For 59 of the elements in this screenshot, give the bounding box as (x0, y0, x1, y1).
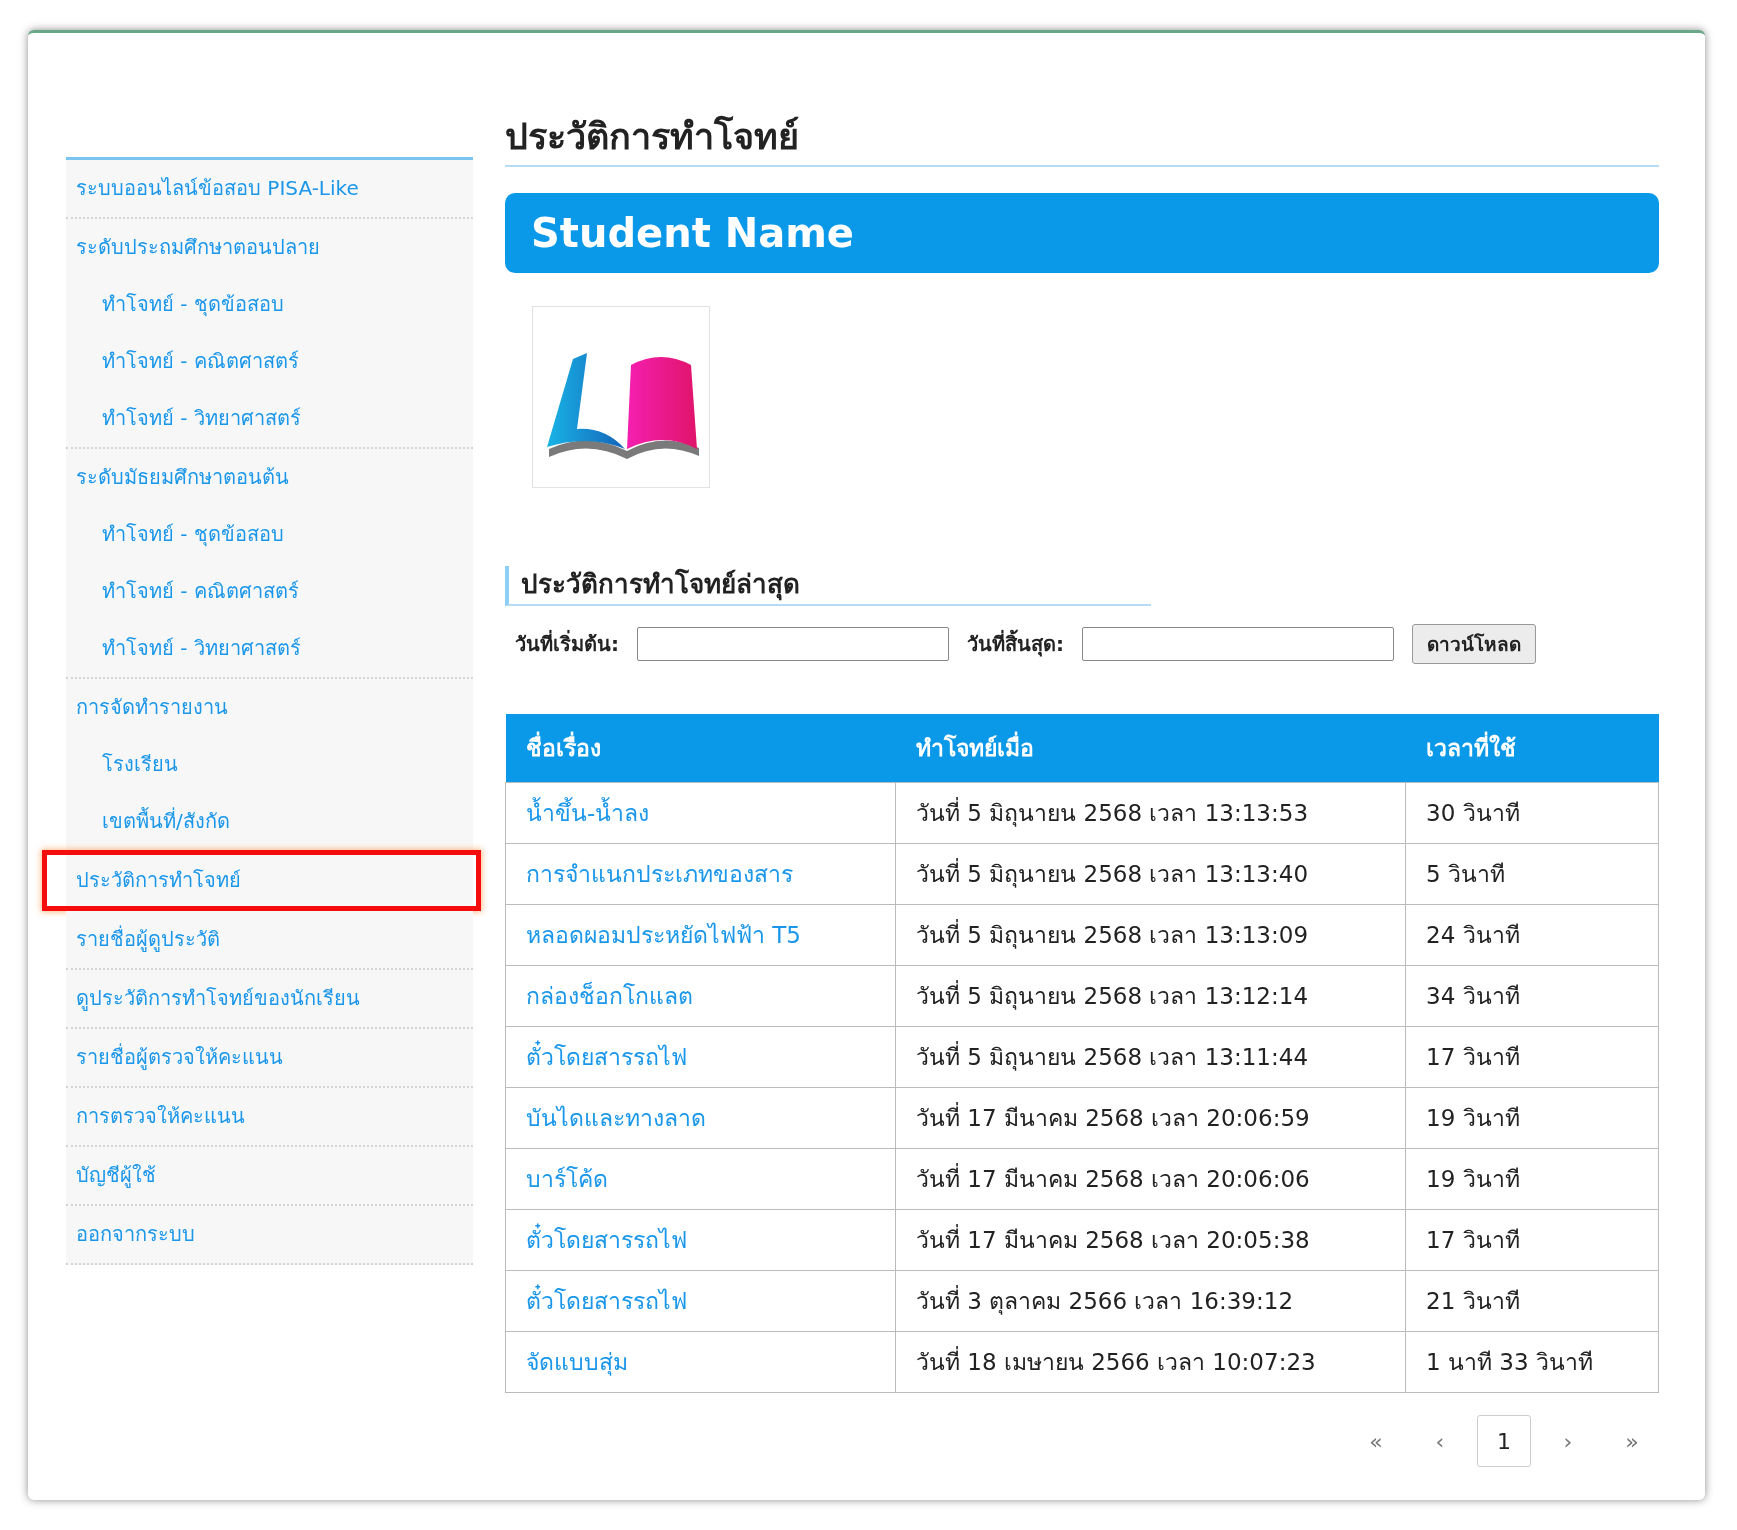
sidebar-subitem[interactable]: ทำโจทย์ - ชุดข้อสอบ (66, 506, 473, 563)
page-button[interactable]: ‹ (1413, 1415, 1467, 1467)
title-link[interactable]: จัดแบบสุ่ม (526, 1349, 628, 1375)
sidebar-subitem[interactable]: โรงเรียน (66, 736, 473, 793)
table-cell: วันที่ 3 ตุลาคม 2566 เวลา 16:39:12 (895, 1270, 1406, 1332)
table-cell: 24 วินาที (1405, 904, 1659, 966)
sidebar-item[interactable]: ออกจากระบบ (66, 1206, 473, 1263)
sidebar-item[interactable]: ประวัติการทำโจทย์ (44, 852, 479, 909)
table-cell: วันที่ 5 มิถุนายน 2568 เวลา 13:12:14 (895, 965, 1406, 1027)
sidebar-subitem[interactable]: ทำโจทย์ - คณิตศาสตร์ (66, 333, 473, 390)
sidebar-subitem[interactable]: เขตพื้นที่/สังกัด (66, 793, 473, 850)
table-cell: 21 วินาที (1405, 1270, 1659, 1332)
table-cell: 34 วินาที (1405, 965, 1659, 1027)
table-cell: 1 นาที 33 วินาที (1405, 1331, 1659, 1393)
sidebar-item[interactable]: รายชื่อผู้ตรวจให้คะแนน (66, 1029, 473, 1086)
table-cell: วันที่ 5 มิถุนายน 2568 เวลา 13:13:53 (895, 782, 1406, 844)
table-cell: 5 วินาที (1405, 843, 1659, 905)
sidebar-item[interactable]: ระบบออนไลน์ข้อสอบ PISA-Like (66, 160, 473, 217)
title-link[interactable]: บันไดและทางลาด (526, 1105, 706, 1131)
end-date-field[interactable] (1082, 627, 1394, 661)
table-cell: วันที่ 17 มีนาคม 2568 เวลา 20:05:38 (895, 1209, 1406, 1271)
download-button[interactable]: ดาวน์โหลด (1412, 624, 1536, 664)
section-title: ประวัติการทำโจทย์ล่าสุด (505, 566, 1151, 606)
table-cell: 30 วินาที (1405, 782, 1659, 844)
page-title: ประวัติการทำโจทย์ (505, 113, 1659, 167)
sidebar-subitem[interactable]: ทำโจทย์ - วิทยาศาสตร์ (66, 390, 473, 447)
table-cell: 19 วินาที (1405, 1087, 1659, 1149)
sidebar-item[interactable]: บัญชีผู้ใช้ (66, 1147, 473, 1204)
start-date-label: วันที่เริ่มต้น: (515, 629, 619, 658)
sidebar-subitem[interactable]: ทำโจทย์ - วิทยาศาสตร์ (66, 620, 473, 677)
table-cell: 17 วินาที (1405, 1209, 1659, 1271)
student-name-banner: Student Name (505, 193, 1659, 273)
column-header: เวลาที่ใช้ (1405, 714, 1659, 783)
column-header: ทำโจทย์เมื่อ (895, 714, 1406, 783)
table-cell: 17 วินาที (1405, 1026, 1659, 1088)
table-cell: วันที่ 5 มิถุนายน 2568 เวลา 13:13:09 (895, 904, 1406, 966)
end-date-label: วันที่สิ้นสุด: (967, 628, 1064, 660)
start-date-field[interactable] (637, 627, 949, 661)
table-cell: วันที่ 5 มิถุนายน 2568 เวลา 13:11:44 (895, 1026, 1406, 1088)
table-cell: 19 วินาที (1405, 1148, 1659, 1210)
table-cell: วันที่ 17 มีนาคม 2568 เวลา 20:06:59 (895, 1087, 1406, 1149)
column-header: ชื่อเรื่อง (505, 714, 896, 783)
page-button[interactable]: « (1349, 1415, 1403, 1467)
title-link[interactable]: กล่องช็อกโกแลต (526, 983, 693, 1009)
title-link[interactable]: บาร์โค้ด (526, 1166, 608, 1192)
sidebar-subitem[interactable]: ทำโจทย์ - คณิตศาสตร์ (66, 563, 473, 620)
sidebar-item[interactable]: ดูประวัติการทำโจทย์ของนักเรียน (66, 970, 473, 1027)
table-cell: วันที่ 5 มิถุนายน 2568 เวลา 13:13:40 (895, 843, 1406, 905)
table-cell: วันที่ 17 มีนาคม 2568 เวลา 20:06:06 (895, 1148, 1406, 1210)
page-button[interactable]: › (1541, 1415, 1595, 1467)
sidebar-item[interactable]: รายชื่อผู้ดูประวัติ (66, 911, 473, 968)
page-button[interactable]: 1 (1477, 1415, 1531, 1467)
sidebar-item[interactable]: ระดับมัธยมศึกษาตอนต้น (66, 449, 473, 506)
sidebar-item[interactable]: การจัดทำรายงาน (66, 679, 473, 736)
sidebar-item[interactable]: ระดับประถมศึกษาตอนปลาย (66, 219, 473, 276)
sidebar-item[interactable]: การตรวจให้คะแนน (66, 1088, 473, 1145)
table-cell: วันที่ 18 เมษายน 2566 เวลา 10:07:23 (895, 1331, 1406, 1393)
page-button[interactable]: » (1605, 1415, 1659, 1467)
sidebar-subitem[interactable]: ทำโจทย์ - ชุดข้อสอบ (66, 276, 473, 333)
